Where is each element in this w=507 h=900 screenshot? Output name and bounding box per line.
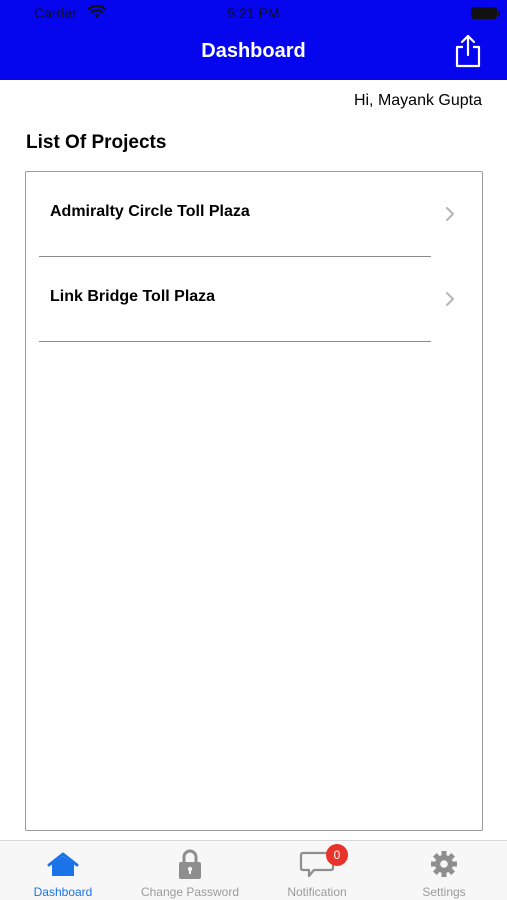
share-button[interactable]: [452, 33, 484, 69]
list-item-project[interactable]: Link Bridge Toll Plaza: [26, 257, 482, 342]
project-name: Link Bridge Toll Plaza: [50, 288, 216, 305]
chevron-right-icon: [446, 207, 454, 221]
battery-icon: [471, 7, 500, 19]
tab-change-password[interactable]: Change Password: [127, 841, 253, 900]
project-list: Admiralty Circle Toll Plaza Link Bridge …: [25, 171, 483, 831]
chat-bubble-icon: [299, 851, 335, 878]
app-screen: Carrier 5:21 PM Dashboard Hi, Mayank Gup…: [0, 0, 507, 900]
navigation-header: Carrier 5:21 PM Dashboard: [0, 0, 507, 80]
notification-badge: 0: [326, 844, 348, 866]
tab-label: Settings: [422, 885, 466, 899]
section-title: List Of Projects: [26, 132, 167, 153]
tab-bar: Dashboard Change Password Notification S…: [0, 840, 507, 900]
tab-dashboard[interactable]: Dashboard: [0, 841, 126, 900]
status-bar: Carrier 5:21 PM: [0, 0, 507, 26]
tab-notification[interactable]: Notification: [254, 841, 380, 900]
gear-icon: [431, 851, 457, 877]
home-icon: [47, 852, 79, 876]
project-name: Admiralty Circle Toll Plaza: [50, 203, 250, 220]
page-title: Dashboard: [201, 40, 306, 62]
chevron-right-icon: [446, 292, 454, 306]
status-time: 5:21 PM: [227, 5, 280, 21]
tab-label: Notification: [287, 885, 347, 899]
greeting-text: Hi, Mayank Gupta: [353, 92, 482, 109]
list-item-project[interactable]: Admiralty Circle Toll Plaza: [26, 172, 482, 257]
tab-settings[interactable]: Settings: [381, 841, 507, 900]
lock-icon: [179, 849, 201, 879]
tab-label: Change Password: [140, 885, 240, 899]
row-divider: [39, 341, 431, 342]
tab-label: Dashboard: [33, 885, 93, 899]
